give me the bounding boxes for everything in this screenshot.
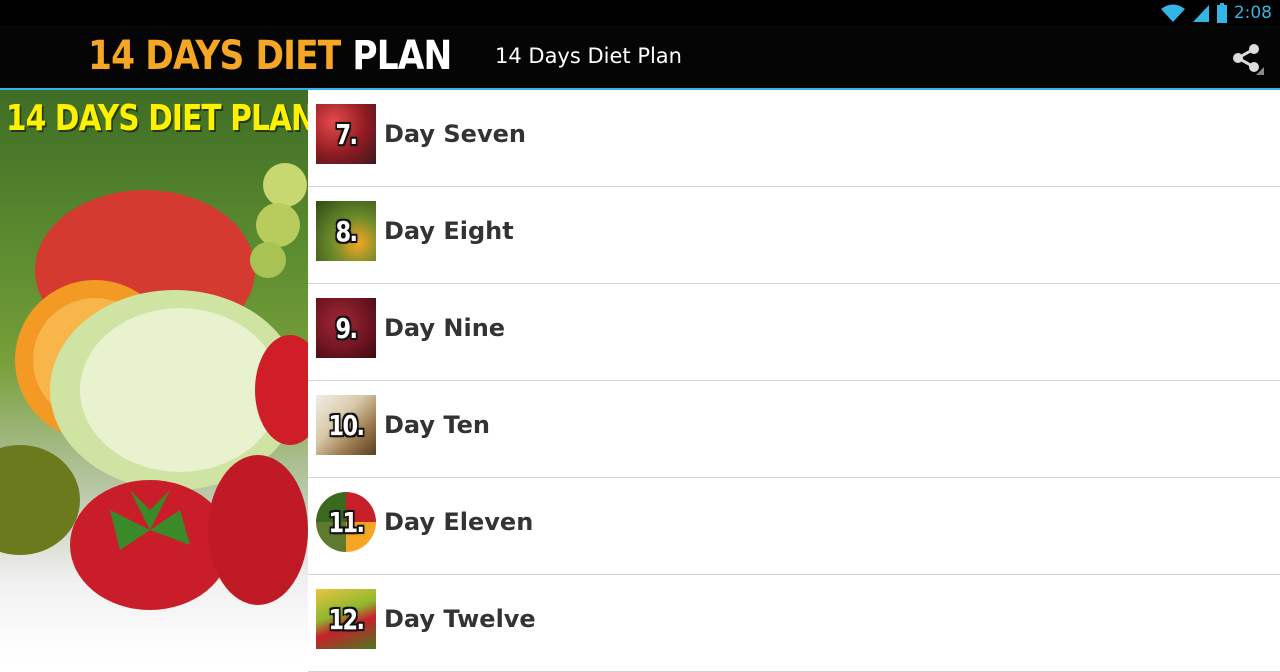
day-seven-number: 7. <box>335 117 359 151</box>
logo-part-2: DIET <box>255 33 341 79</box>
day-nine-number: 9. <box>335 311 359 345</box>
day-seven-label: Day Seven <box>384 120 526 148</box>
action-bar: 14 DAYS DIET PLAN 14 Days Diet Plan <box>0 25 1280 88</box>
status-icons: 2:08 <box>1160 2 1272 24</box>
list-item-day-ten[interactable]: 10. Day Ten <box>308 381 1280 478</box>
day-nine-thumbnail: 9. <box>316 298 376 358</box>
day-eleven-number: 11. <box>328 505 365 539</box>
day-eleven-thumbnail: 11. <box>316 492 376 552</box>
fruit-illustration <box>0 163 308 610</box>
status-time: 2:08 <box>1233 3 1272 23</box>
day-list: 7. Day Seven 8. Day Eight 9. Day Nine 10… <box>308 90 1280 672</box>
battery-icon <box>1216 3 1227 23</box>
day-twelve-number: 12. <box>328 602 365 636</box>
day-eight-number: 8. <box>335 214 359 248</box>
day-eleven-label: Day Eleven <box>384 508 534 536</box>
list-item-day-twelve[interactable]: 12. Day Twelve <box>308 575 1280 672</box>
share-icon <box>1233 44 1264 75</box>
banner-image: 14 DAYS DIET PLAN <box>0 90 308 660</box>
list-item-day-nine[interactable]: 9. Day Nine <box>308 284 1280 381</box>
logo-part-3: PLAN <box>352 33 452 79</box>
wifi-icon <box>1160 4 1185 22</box>
list-item-day-eleven[interactable]: 11. Day Eleven <box>308 478 1280 575</box>
page-title: 14 Days Diet Plan <box>495 44 682 68</box>
day-twelve-label: Day Twelve <box>384 605 536 633</box>
status-bar: 2:08 <box>0 0 1280 25</box>
logo-part-1: 14 DAYS <box>88 33 244 79</box>
banner-title: 14 DAYS DIET PLAN <box>6 98 308 139</box>
day-twelve-thumbnail: 12. <box>316 589 376 649</box>
list-item-day-eight[interactable]: 8. Day Eight <box>308 187 1280 284</box>
day-nine-label: Day Nine <box>384 314 506 342</box>
day-ten-thumbnail: 10. <box>316 395 376 455</box>
share-button[interactable] <box>1230 41 1266 77</box>
app-logo: 14 DAYS DIET PLAN <box>88 33 452 79</box>
day-eight-thumbnail: 8. <box>316 201 376 261</box>
day-eight-label: Day Eight <box>384 217 514 245</box>
signal-icon <box>1192 5 1209 22</box>
day-ten-number: 10. <box>328 408 365 442</box>
day-ten-label: Day Ten <box>384 411 490 439</box>
list-item-day-seven[interactable]: 7. Day Seven <box>308 90 1280 187</box>
day-seven-thumbnail: 7. <box>316 104 376 164</box>
